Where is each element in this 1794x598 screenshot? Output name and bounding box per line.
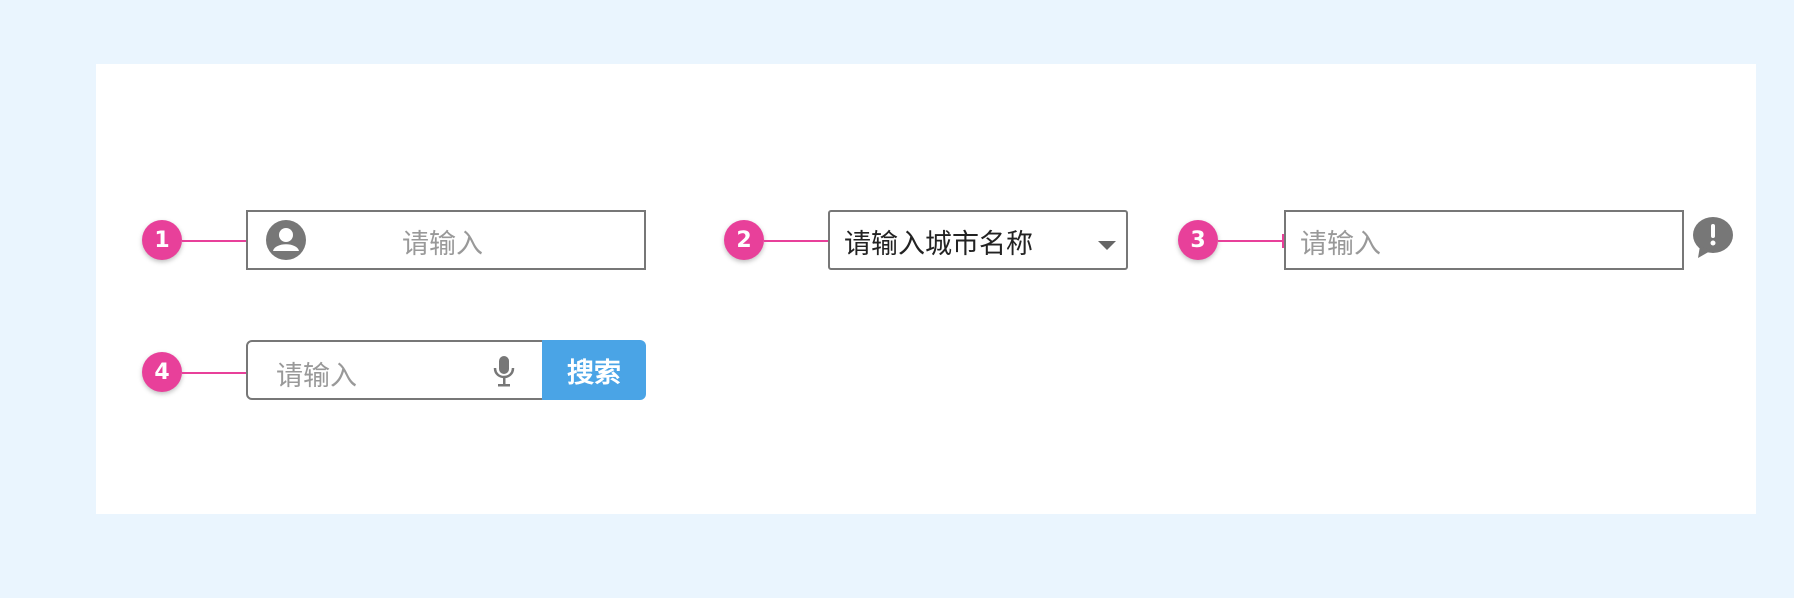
marker-4: 4 [142, 352, 182, 392]
search-button[interactable]: 搜索 [542, 340, 646, 400]
connector-3 [1218, 234, 1284, 248]
validated-input-placeholder: 请输入 [1300, 229, 1381, 260]
caret-down-icon[interactable] [1098, 236, 1116, 255]
exclamation-speech-bubble-icon [1690, 216, 1734, 264]
demo-panel [96, 64, 1756, 514]
user-input-placeholder: 请输入 [402, 229, 483, 260]
marker-2: 2 [724, 220, 764, 260]
search-input-placeholder: 请输入 [276, 361, 357, 392]
connector-4 [182, 366, 248, 380]
user-avatar-icon [266, 220, 306, 260]
marker-3: 3 [1178, 220, 1218, 260]
microphone-icon[interactable] [492, 354, 516, 392]
connector-1 [182, 234, 248, 248]
city-select[interactable]: 请输入城市名称 [828, 210, 1128, 270]
marker-1: 1 [142, 220, 182, 260]
search-input[interactable]: 请输入 [246, 340, 546, 400]
connector-2 [764, 234, 830, 248]
city-select-value: 请输入城市名称 [844, 229, 1033, 260]
validated-input-field[interactable]: 请输入 [1284, 210, 1684, 270]
user-input-field[interactable]: 请输入 [246, 210, 646, 270]
